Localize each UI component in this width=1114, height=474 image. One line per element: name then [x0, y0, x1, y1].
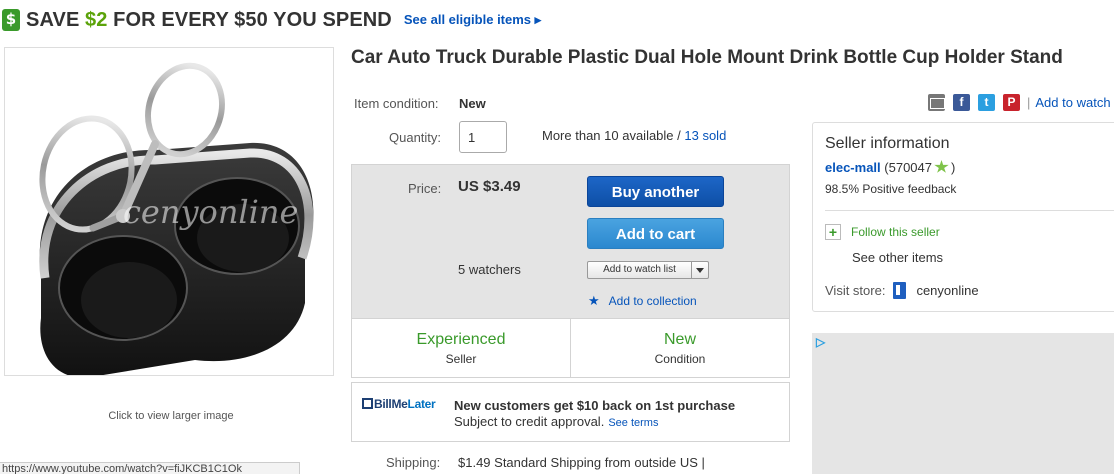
click-larger-caption[interactable]: Click to view larger image: [4, 410, 338, 422]
cup-holder-image: cenyonline: [39, 62, 314, 375]
divider: [825, 210, 1114, 211]
dollar-tag-icon: [2, 9, 20, 31]
badge-bottom: Condition: [654, 352, 706, 366]
see-eligible-items-link[interactable]: See all eligible items ▸: [404, 12, 541, 28]
billmelater-sub: Subject to credit approval.: [454, 414, 605, 429]
promo-banner: SAVE $2 FOR EVERY $50 YOU SPEND See all …: [2, 6, 541, 34]
seller-name-link[interactable]: elec-mall: [825, 160, 881, 175]
billmelater-promo: BillMeLater New customers get $10 back o…: [351, 382, 790, 442]
seller-score[interactable]: (570047): [884, 160, 955, 175]
follow-seller-label[interactable]: Follow this seller: [851, 225, 940, 239]
quantity-label: Quantity:: [389, 130, 442, 145]
badge-bottom: Seller: [445, 352, 477, 366]
logo-later: Later: [407, 397, 436, 411]
plus-icon[interactable]: +: [825, 224, 841, 240]
sold-link[interactable]: 13 sold: [684, 128, 726, 143]
buy-another-button[interactable]: Buy another: [587, 176, 724, 207]
share-separator: |: [1027, 95, 1031, 110]
watchers-count: 5 watchers: [458, 262, 521, 277]
badge-row: Experienced Seller New Condition: [351, 318, 790, 378]
badge-top: Experienced: [416, 331, 506, 348]
item-title: Car Auto Truck Durable Plastic Dual Hole…: [351, 47, 1063, 68]
badge-top: New: [663, 331, 696, 348]
add-to-watch-list-link[interactable]: Add to watch list: [1035, 95, 1114, 110]
logo-bill: Bill: [374, 397, 392, 411]
seller-info-title: Seller information: [825, 135, 950, 152]
product-image[interactable]: cenyonline: [4, 47, 334, 376]
adchoices-icon[interactable]: ▷: [816, 335, 825, 349]
promo-text: SAVE $2 FOR EVERY $50 YOU SPEND: [26, 9, 392, 32]
seller-name-row: elec-mall (570047): [825, 160, 955, 175]
billmelater-headline: New customers get $10 back on 1st purcha…: [454, 398, 736, 413]
price-value: US $3.49: [458, 178, 521, 195]
promo-amount: $2: [85, 8, 108, 31]
new-condition-badge: New Condition: [570, 319, 789, 377]
add-to-watch-list-button[interactable]: Add to watch list: [587, 261, 709, 279]
add-to-collection-link[interactable]: ★ Add to collection: [588, 293, 697, 309]
experienced-seller-badge: Experienced Seller: [352, 319, 570, 377]
store-name-link[interactable]: cenyonline: [916, 283, 978, 298]
see-terms-link[interactable]: See terms: [608, 417, 658, 429]
watch-list-label[interactable]: Add to watch list: [588, 262, 692, 278]
email-icon[interactable]: [928, 94, 945, 111]
billmelater-logo: BillMeLater: [362, 397, 436, 411]
positive-feedback: 98.5% Positive feedback: [825, 182, 957, 196]
see-other-items-link[interactable]: See other items: [852, 250, 943, 265]
promo-prefix: SAVE: [26, 8, 86, 31]
seller-information-panel: Seller information elec-mall (570047) 98…: [812, 122, 1114, 312]
store-icon[interactable]: [893, 282, 907, 299]
seller-score-close: ): [951, 160, 956, 175]
checkbox-logo-icon: [362, 398, 373, 409]
shipping-label: Shipping:: [386, 455, 441, 470]
promo-suffix: FOR EVERY $50 YOU SPEND: [107, 8, 392, 31]
add-to-cart-button[interactable]: Add to cart: [587, 218, 724, 249]
status-bar-url: https://www.youtube.com/watch?v=fiJKCB1C…: [0, 462, 300, 474]
twitter-icon[interactable]: t: [978, 94, 995, 111]
advertisement[interactable]: ▷: [812, 333, 1114, 474]
follow-seller-link[interactable]: + Follow this seller: [825, 224, 940, 240]
price-label: Price:: [408, 181, 442, 196]
pinterest-icon[interactable]: P: [1003, 94, 1020, 111]
visit-store-row: Visit store: cenyonline: [825, 282, 979, 299]
image-watermark: cenyonline: [123, 193, 298, 231]
billmelater-subtext: Subject to credit approval. See terms: [454, 414, 658, 429]
dropdown-arrow-icon[interactable]: [692, 262, 708, 278]
star-icon: ★: [588, 293, 600, 308]
availability: More than 10 available / 13 sold: [542, 128, 726, 143]
availability-text: More than 10 available /: [542, 128, 685, 143]
add-to-collection-label[interactable]: Add to collection: [609, 294, 697, 308]
shipping-value: $1.49 Standard Shipping from outside US …: [458, 455, 705, 470]
quantity-input[interactable]: [459, 121, 507, 153]
logo-me: Me: [391, 397, 408, 411]
visit-store-label: Visit store:: [825, 283, 886, 298]
star-icon: [934, 160, 949, 173]
facebook-icon[interactable]: f: [953, 94, 970, 111]
share-row: f t P | Add to watch list: [928, 94, 1114, 111]
condition-label: Item condition:: [354, 96, 439, 111]
condition-value: New: [459, 96, 486, 111]
seller-score-value[interactable]: (570047: [884, 160, 932, 175]
